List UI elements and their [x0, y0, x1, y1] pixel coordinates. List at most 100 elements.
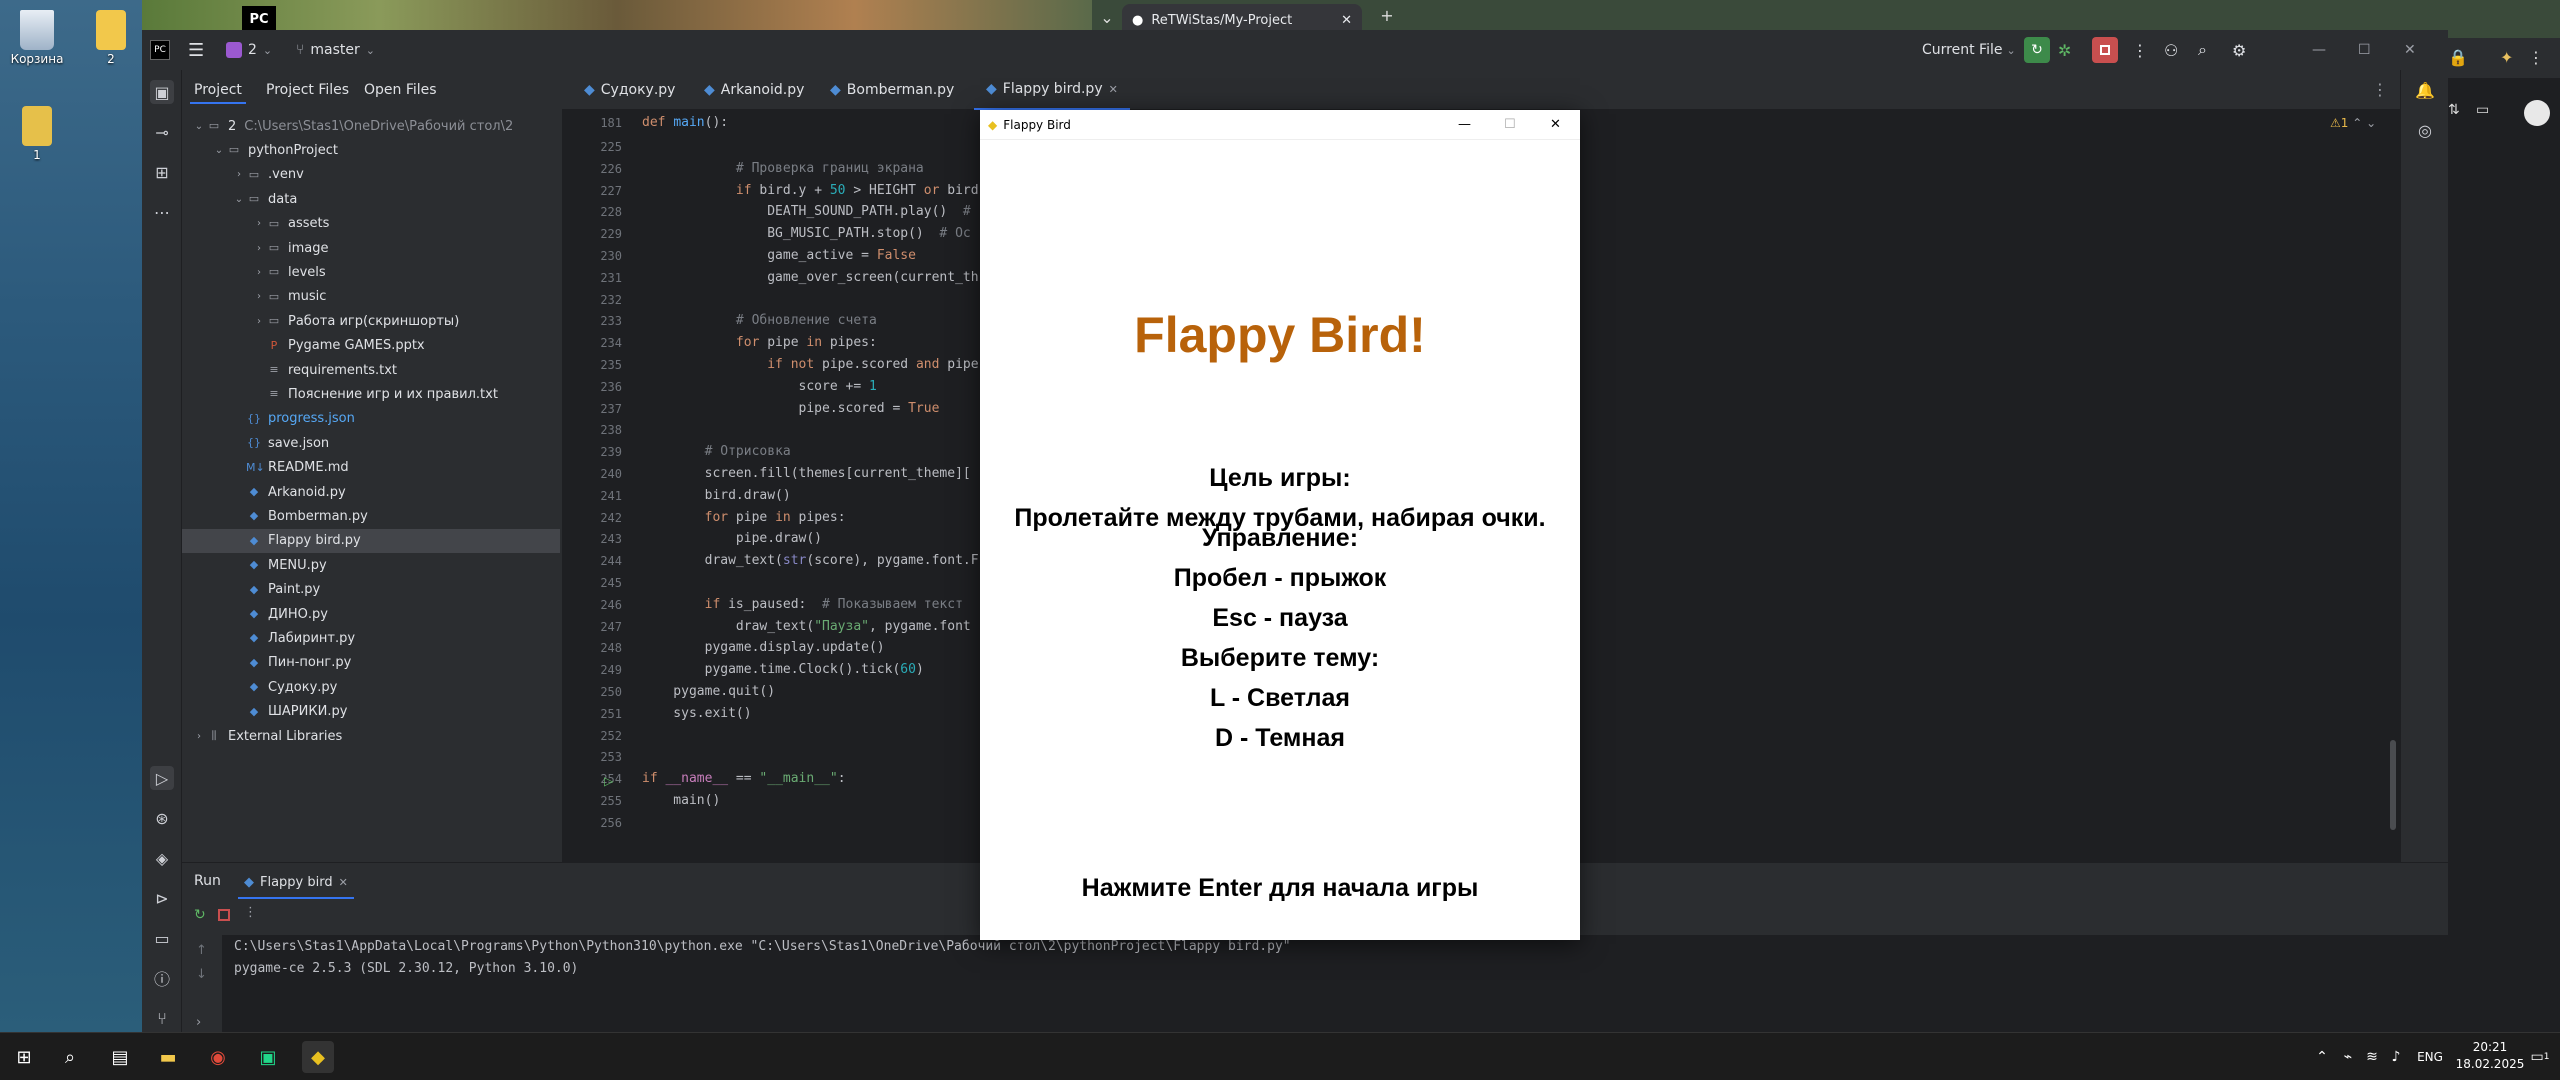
game-minimize-button[interactable]: —	[1458, 117, 1471, 132]
desktop-icon-folder-1[interactable]: 1	[2, 100, 72, 162]
tab-project-files[interactable]: Project Files	[262, 78, 353, 102]
code-line[interactable]: BG_MUSIC_PATH.stop() # Ос	[642, 226, 971, 241]
structure-tool-icon[interactable]: ⊞	[150, 160, 174, 184]
tree-item[interactable]: ◆ Судоку.py	[182, 675, 560, 699]
code-line[interactable]: draw_text(str(score), pygame.font.F	[642, 553, 979, 568]
game-close-button[interactable]: ✕	[1550, 117, 1561, 132]
more-tools-icon[interactable]: ⋯	[150, 200, 174, 224]
notifications-icon[interactable]: 🔔	[2413, 78, 2437, 102]
chrome-icon[interactable]: ◉	[202, 1041, 234, 1073]
run-gutter-icon[interactable]: ▷	[604, 774, 613, 788]
close-icon[interactable]: ✕	[339, 876, 348, 889]
chevron-right-icon[interactable]: ›	[232, 169, 246, 180]
new-tab-button[interactable]: +	[1372, 6, 1402, 25]
code-with-me-icon[interactable]: ⚇	[2164, 30, 2178, 70]
scroll-up-icon[interactable]: ↑	[196, 943, 207, 958]
git-icon[interactable]: ⑂	[150, 1006, 174, 1030]
ide-close-button[interactable]: ✕	[2404, 30, 2416, 70]
chevron-right-icon[interactable]: ›	[252, 218, 266, 229]
chevron-down-icon[interactable]: ⌄	[1092, 8, 1122, 27]
gear-icon[interactable]: ⚙	[2232, 30, 2246, 70]
tree-item[interactable]: M↓ README.md	[182, 456, 560, 480]
ide-maximize-button[interactable]: ☐	[2358, 30, 2371, 70]
code-line[interactable]: pygame.time.Clock().tick(60)	[642, 662, 924, 677]
lock-icon[interactable]: 🔒	[2448, 48, 2468, 67]
chevron-right-icon[interactable]: ›	[252, 243, 266, 254]
chevron-right-icon[interactable]: ›	[196, 1015, 201, 1030]
close-icon[interactable]: ✕	[1341, 13, 1352, 28]
chevron-down-icon[interactable]: ⌄	[232, 194, 246, 205]
desktop-icon-recycle-bin[interactable]: Корзина	[2, 4, 72, 66]
code-line[interactable]: if __name__ == "__main__":	[642, 771, 846, 786]
run-tab[interactable]: ◆ Flappy bird ✕	[238, 867, 354, 899]
terminal-icon[interactable]: ▭	[150, 926, 174, 950]
sync-icon[interactable]: ⇅	[2448, 102, 2460, 118]
problems-icon[interactable]: ⓘ	[150, 966, 174, 990]
tree-item[interactable]: › ▭ .venv	[182, 163, 560, 187]
tree-item[interactable]: {} save.json	[182, 431, 560, 455]
more-tabs-icon[interactable]: ⋮	[2372, 80, 2388, 99]
code-line[interactable]: # Проверка границ экрана	[642, 161, 924, 176]
services-icon[interactable]: ⊳	[150, 886, 174, 910]
chevron-right-icon[interactable]: ›	[192, 731, 206, 742]
stop-icon[interactable]	[218, 909, 230, 921]
code-line[interactable]: if bird.y + 50 > HEIGHT or bird	[642, 183, 979, 198]
code-line[interactable]: def main():	[642, 115, 728, 130]
pycharm-taskbar-icon[interactable]: ▣	[252, 1041, 284, 1073]
windows-start-icon[interactable]: ⊞	[8, 1041, 40, 1073]
ide-minimize-button[interactable]: —	[2312, 30, 2326, 70]
tree-item[interactable]: ≡ Пояснение игр и их правил.txt	[182, 382, 560, 406]
tree-item[interactable]: ◆ Лабиринт.py	[182, 626, 560, 650]
code-line[interactable]: pipe.draw()	[642, 531, 822, 546]
code-line[interactable]: if not pipe.scored and pipe	[642, 357, 978, 372]
avatar[interactable]	[2524, 100, 2550, 126]
tab-sudoku[interactable]: ◆ Судоку.py	[572, 70, 687, 110]
file-explorer-icon[interactable]: ▬	[152, 1041, 184, 1073]
menu-icon[interactable]: ⋮	[2528, 48, 2544, 67]
code-line[interactable]: DEATH_SOUND_PATH.play() #	[642, 204, 971, 219]
desktop-icon-folder-2[interactable]: 2	[76, 4, 146, 66]
scroll-down-icon[interactable]: ↓	[196, 967, 207, 982]
editor-scrollbar[interactable]	[2390, 740, 2396, 830]
tree-item[interactable]: ⌄ ▭ data	[182, 187, 560, 211]
tree-item[interactable]: ◆ ШАРИКИ.py	[182, 700, 560, 724]
search-icon[interactable]: ⌕	[2198, 30, 2207, 70]
rerun-icon[interactable]: ↻	[194, 907, 206, 923]
code-line[interactable]: for pipe in pipes:	[642, 510, 846, 525]
tree-item[interactable]: ◆ Paint.py	[182, 578, 560, 602]
volume-icon[interactable]: ♪	[2380, 1041, 2412, 1073]
search-icon[interactable]: ⌕	[54, 1041, 86, 1073]
code-line[interactable]: # Отрисовка	[642, 444, 791, 459]
chevron-down-icon[interactable]: ⌄	[192, 121, 206, 132]
branch-switcher[interactable]: ⑂ master ⌄	[296, 30, 375, 70]
code-line[interactable]: bird.draw()	[642, 488, 791, 503]
commit-tool-icon[interactable]: ⊸	[150, 120, 174, 144]
run-config-selector[interactable]: Current File ⌄	[1922, 30, 2016, 70]
tree-item[interactable]: ◆ Arkanoid.py	[182, 480, 560, 504]
layers-icon[interactable]: ◈	[150, 846, 174, 870]
code-line[interactable]: game_over_screen(current_th	[642, 270, 978, 285]
tab-project[interactable]: Project	[190, 78, 246, 104]
tree-item[interactable]: ⌄ ▭ 2 C:\Users\Stas1\OneDrive\Рабочий стол\…	[182, 114, 560, 138]
clock[interactable]: 20:21 18.02.2025	[2452, 1039, 2528, 1073]
project-tool-icon[interactable]: ▣	[150, 80, 174, 104]
tree-item[interactable]: ◆ Пин-понг.py	[182, 651, 560, 675]
game-maximize-button[interactable]: ☐	[1504, 117, 1516, 132]
tab-flappy-bird[interactable]: ◆ Flappy bird.py ✕	[974, 70, 1130, 110]
code-line[interactable]: if is_paused: # Показываем текст	[642, 597, 963, 612]
task-view-icon[interactable]: ▤	[104, 1041, 136, 1073]
tab-bomberman[interactable]: ◆ Bomberman.py	[818, 70, 966, 110]
code-line[interactable]: draw_text("Пауза", pygame.font	[642, 619, 971, 634]
game-window-titlebar[interactable]: ◆ Flappy Bird — ☐ ✕	[980, 110, 1580, 140]
tree-item[interactable]: ◆ ДИНО.py	[182, 602, 560, 626]
tree-item[interactable]: ⌄ ▭ pythonProject	[182, 138, 560, 162]
rerun-button[interactable]: ↻	[2024, 30, 2050, 70]
chevron-right-icon[interactable]: ›	[252, 291, 266, 302]
python-packages-icon[interactable]: ⊛	[150, 806, 174, 830]
close-icon[interactable]: ✕	[1109, 83, 1118, 96]
chevron-down-icon[interactable]: ⌄	[212, 145, 226, 156]
code-line[interactable]: sys.exit()	[642, 706, 751, 721]
code-line[interactable]: # Обновление счета	[642, 313, 877, 328]
code-line[interactable]: pipe.scored = True	[642, 401, 940, 416]
tree-item[interactable]: ◆ Bomberman.py	[182, 504, 560, 528]
